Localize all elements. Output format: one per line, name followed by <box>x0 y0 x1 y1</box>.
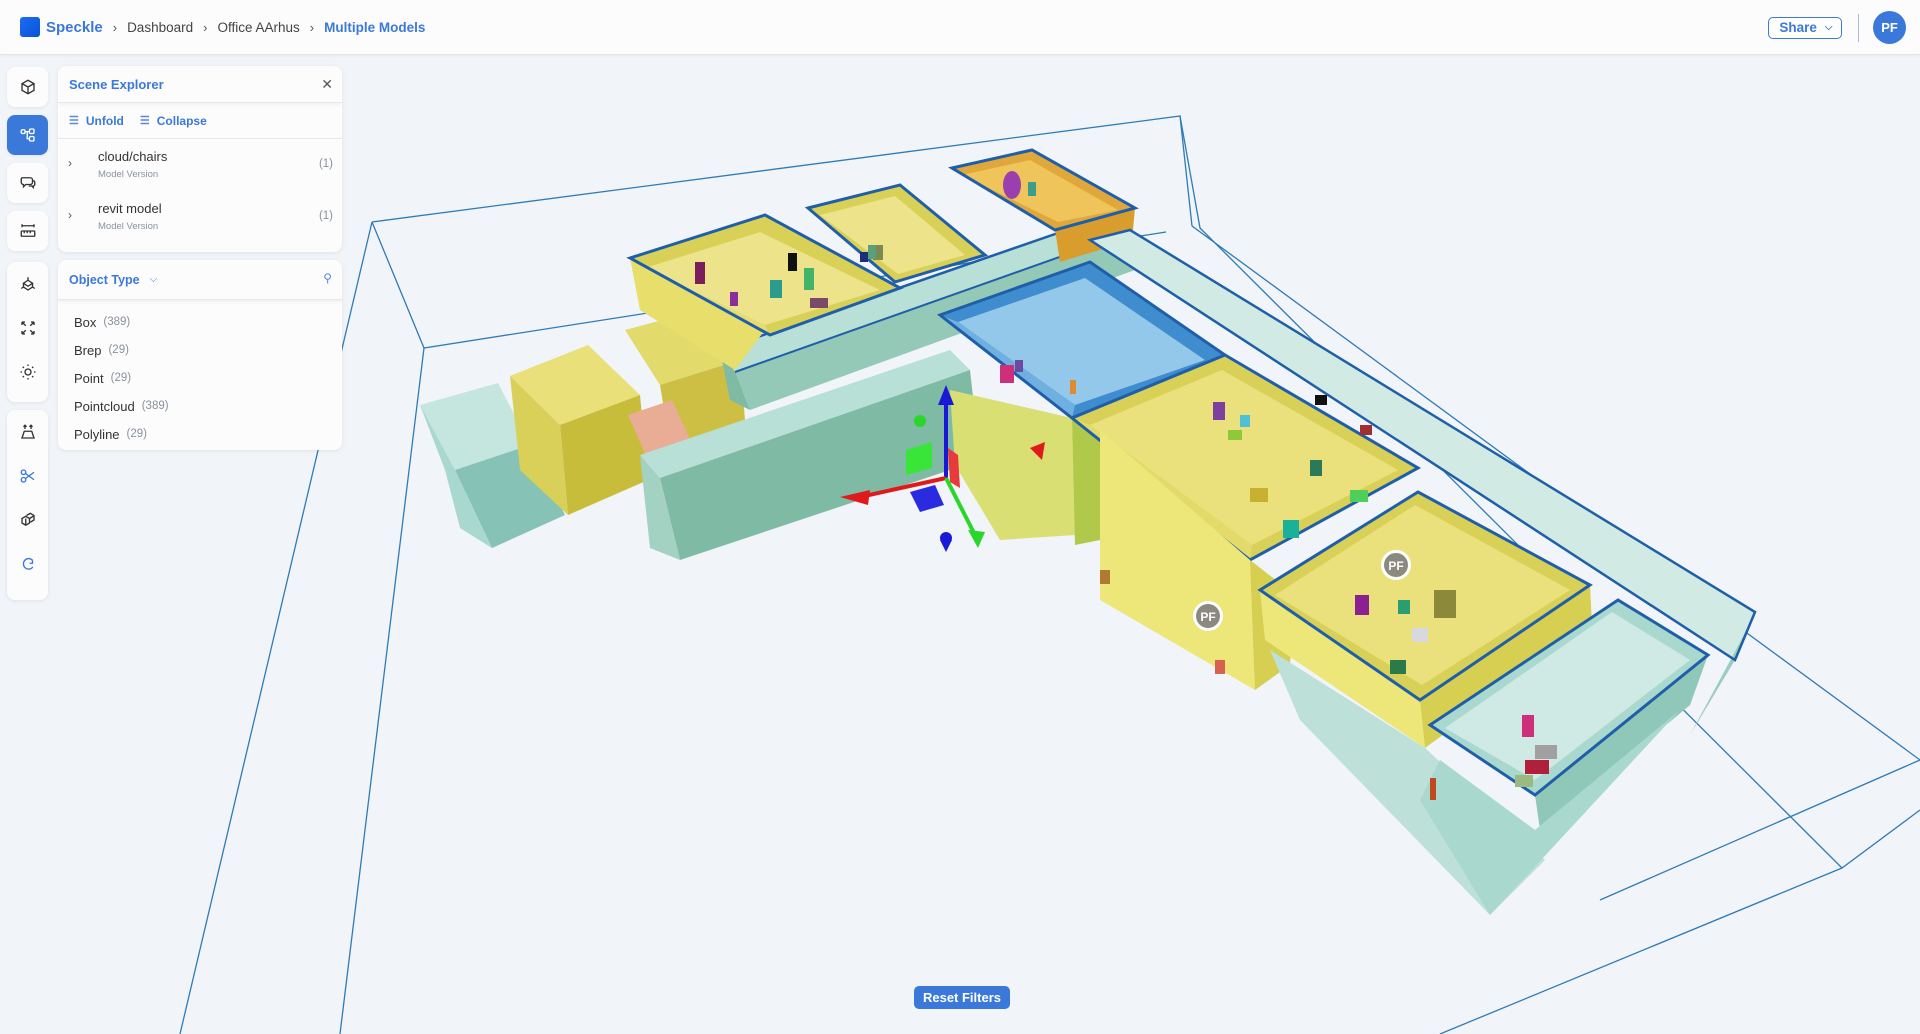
svg-text:PF: PF <box>1200 610 1215 624</box>
building-model[interactable] <box>420 148 1757 915</box>
filter-label: Point <box>74 370 104 386</box>
model-type: Model Version <box>98 169 159 180</box>
toolbar-section-box-button[interactable] <box>7 454 48 498</box>
filter-item[interactable]: Polyline (29) <box>58 420 342 448</box>
filter-item[interactable]: Box (389) <box>58 308 342 336</box>
expand-arrows-icon <box>20 321 35 335</box>
reset-filters-button[interactable]: Reset Filters <box>914 986 1010 1009</box>
view-modes-icon <box>20 277 35 291</box>
unfold-button[interactable]: ☰ Unfold <box>69 114 124 128</box>
svg-text:PF: PF <box>1388 559 1403 573</box>
collapse-label: Collapse <box>156 113 207 128</box>
collapse-button[interactable]: ☰ Collapse <box>140 114 207 128</box>
model-name: revit model <box>98 201 162 216</box>
breadcrumb-project[interactable]: Office AArhus <box>217 20 299 35</box>
chevron-right-icon[interactable]: › <box>68 208 72 222</box>
unfold-icon: ☰ <box>69 115 79 127</box>
breadcrumb-chevron-icon: › <box>203 19 208 35</box>
filter-count: (389) <box>103 316 131 328</box>
unfold-label: Unfold <box>85 113 124 128</box>
filter-label: Box <box>74 314 97 330</box>
scene-explorer-panel: Scene Explorer ✕ ☰ Unfold ☰ Collapse › c… <box>58 66 342 252</box>
filter-item[interactable]: Brep (29) <box>58 336 342 364</box>
toolbar-measure-button[interactable] <box>7 211 48 251</box>
rotate-icon <box>22 557 33 570</box>
filter-label: Brep <box>74 342 102 358</box>
breadcrumb-chevron-icon: › <box>112 19 118 35</box>
toolbar-scene-explorer-button[interactable] <box>7 115 48 155</box>
cubes-icon <box>20 512 35 527</box>
toolbar-compare-button[interactable] <box>7 498 48 542</box>
close-icon[interactable]: ✕ <box>321 76 333 93</box>
toolbar-models-button[interactable] <box>7 67 48 107</box>
breadcrumb-current[interactable]: Multiple Models <box>324 20 425 35</box>
toolbar-group-tools <box>7 410 48 600</box>
user-avatar[interactable]: PF <box>1873 11 1906 44</box>
share-button[interactable]: Share ⌵ <box>1768 16 1842 39</box>
cube-icon <box>20 79 35 95</box>
object-type-filter-panel: Object Type ⌵ ⚲ Box (389) Brep (29) Point (… <box>58 260 342 450</box>
top-bar: Speckle › Dashboard › Office AArhus › Mu… <box>0 0 1920 55</box>
toolbar-view-modes-button[interactable] <box>7 262 48 306</box>
filter-count: (29) <box>110 372 132 384</box>
tree-item-model[interactable]: › revit model Model Version (1) <box>58 191 342 243</box>
chat-bubbles-icon <box>20 177 35 190</box>
filter-header[interactable]: Object Type ⌵ ⚲ <box>58 260 342 300</box>
breadcrumb-chevron-icon: › <box>309 19 315 35</box>
toolbar-discussions-button[interactable] <box>7 163 48 203</box>
tree-item-model[interactable]: › cloud/chairs Model Version (1) <box>58 139 342 191</box>
model-type: Model Version <box>98 221 159 232</box>
model-name: cloud/chairs <box>98 149 168 164</box>
toolbar-lighting-button[interactable] <box>7 350 48 394</box>
collapse-icon: ☰ <box>139 115 150 127</box>
filter-label: Pointcloud <box>74 398 135 414</box>
user-marker-1[interactable]: PF <box>1381 550 1411 580</box>
filter-count: (29) <box>126 428 147 440</box>
scissors-icon <box>20 469 34 483</box>
color-filter-icon[interactable]: ⚲ <box>323 271 332 285</box>
model-count: (1) <box>318 158 333 170</box>
ruler-icon <box>20 224 35 237</box>
filter-label: Polyline <box>74 426 120 442</box>
chevron-right-icon[interactable]: › <box>68 156 72 170</box>
share-label: Share <box>1779 19 1817 35</box>
breadcrumb-dashboard[interactable]: Dashboard <box>127 20 193 35</box>
speckle-logo-link[interactable]: Speckle <box>20 17 103 37</box>
filter-count: (389) <box>141 400 169 412</box>
toolbar-zoom-extents-button[interactable] <box>7 306 48 350</box>
filter-item[interactable]: Point (29) <box>58 364 342 392</box>
filter-list: Box (389) Brep (29) Point (29) Pointcloud (3… <box>58 300 342 450</box>
filter-item[interactable]: Pointcloud (389) <box>58 392 342 420</box>
toolbar-explode-button[interactable] <box>7 410 48 454</box>
tree-actions: ☰ Unfold ☰ Collapse <box>58 103 342 139</box>
chevron-down-icon[interactable]: ⌵ <box>150 274 158 285</box>
explode-icon <box>20 424 35 439</box>
tree-structure-icon <box>20 128 35 142</box>
chevron-down-icon: ⌵ <box>1824 21 1833 33</box>
speckle-logo-icon <box>20 17 40 37</box>
scene-explorer-title: Scene Explorer <box>69 76 164 92</box>
toolbar-group-view <box>7 262 48 402</box>
header-divider <box>1857 13 1859 42</box>
filter-count: (29) <box>108 344 129 356</box>
brand-name: Speckle <box>46 18 103 36</box>
gizmo-plane-xy <box>910 485 944 512</box>
model-count: (1) <box>318 210 333 222</box>
filter-dropdown-label[interactable]: Object Type <box>69 273 140 287</box>
scene-explorer-header: Scene Explorer <box>58 66 342 103</box>
gizmo-z-arrow <box>968 530 985 548</box>
user-marker-2[interactable]: PF <box>1193 601 1223 631</box>
toolbar-reset-view-button[interactable] <box>7 542 48 586</box>
sun-icon <box>20 364 35 380</box>
